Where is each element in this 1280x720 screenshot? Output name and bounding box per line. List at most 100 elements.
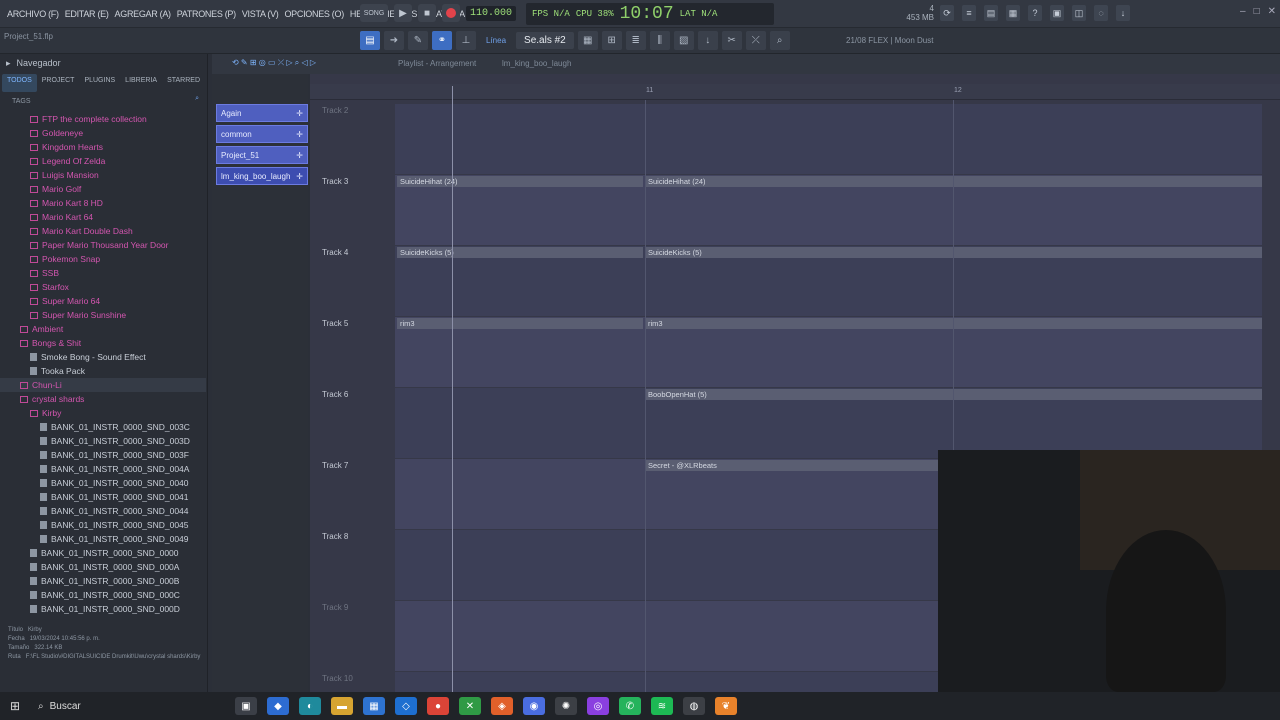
tree-file[interactable]: BANK_01_INSTR_0000_SND_0000 [0, 546, 206, 560]
stop-button[interactable]: ■ [418, 4, 436, 22]
tree-file[interactable]: BANK_01_INSTR_0000_SND_000E [0, 616, 206, 618]
close-icon[interactable]: ✕ [1268, 6, 1276, 17]
timeline-ruler[interactable]: 11 12 [310, 84, 1280, 100]
browser-tab[interactable]: PLUGINS [79, 74, 120, 92]
copilot-icon[interactable]: ◆ [267, 697, 289, 715]
tree-folder[interactable]: Starfox [0, 280, 206, 294]
channel-rack-icon[interactable]: ▦ [577, 31, 598, 50]
pattern-item[interactable]: common ✛ [216, 125, 308, 143]
browser-icon[interactable]: ◉ [523, 697, 545, 715]
menu-item[interactable]: EDITAR (E) [62, 9, 112, 19]
file-explorer-icon[interactable]: ▬ [331, 697, 353, 715]
brave-icon[interactable]: ◈ [491, 697, 513, 715]
snap-select[interactable]: Línea [480, 36, 512, 45]
tree-file[interactable]: BANK_01_INSTR_0000_SND_000D [0, 602, 206, 616]
mute-icon[interactable]: ⤫ [745, 31, 766, 50]
pattern-selector[interactable]: Se.als #2 [516, 32, 574, 49]
tree-file[interactable]: BANK_01_INSTR_0000_SND_0041 [0, 490, 206, 504]
track-name[interactable]: Track 5 [322, 319, 394, 328]
pattern-item[interactable]: Project_51 ✛ [216, 146, 308, 164]
app-icon[interactable]: ◎ [587, 697, 609, 715]
download-icon[interactable]: ↓ [1116, 5, 1130, 21]
track-name[interactable]: Track 9 [322, 603, 394, 612]
tree-file[interactable]: BANK_01_INSTR_0000_SND_000C [0, 588, 206, 602]
menu-item[interactable]: OPCIONES (O) [281, 9, 346, 19]
task-view-icon[interactable]: ▣ [235, 697, 257, 715]
cut-icon[interactable]: ✂ [721, 31, 742, 50]
tree-folder[interactable]: Bongs & Shit [0, 336, 206, 350]
plugin-icon[interactable]: ◫ [1072, 5, 1086, 21]
tree-folder[interactable]: Super Mario 64 [0, 294, 206, 308]
chat-icon[interactable]: ◌ [1094, 5, 1108, 21]
tree-file[interactable]: BANK_01_INSTR_0000_SND_000A [0, 560, 206, 574]
pattern-item[interactable]: Again ✛ [216, 104, 308, 122]
move-icon[interactable]: ✛ [296, 172, 303, 181]
channel-rack-icon[interactable]: ▤ [984, 5, 998, 21]
tree-folder[interactable]: Kirby [0, 406, 206, 420]
taskbar-search[interactable]: ⌕ Buscar [30, 701, 230, 712]
tree-folder[interactable]: Goldeneye [0, 126, 206, 140]
help-icon[interactable]: ? [1028, 5, 1042, 21]
move-icon[interactable]: ✛ [296, 109, 303, 118]
whatsapp-icon[interactable]: ✆ [619, 697, 641, 715]
move-icon[interactable]: ✛ [296, 151, 303, 160]
browser-tab[interactable]: PROJECT [37, 74, 80, 92]
tree-folder[interactable]: Mario Golf [0, 182, 206, 196]
tree-folder[interactable]: Paper Mario Thousand Year Door [0, 238, 206, 252]
plugin-icon[interactable]: ⫼ [649, 31, 670, 50]
excel-icon[interactable]: ✕ [459, 697, 481, 715]
tree-folder[interactable]: crystal shards [0, 392, 206, 406]
track-name[interactable]: Track 3 [322, 177, 394, 186]
tree-folder[interactable]: Luigis Mansion [0, 168, 206, 182]
tree-folder[interactable]: Legend Of Zelda [0, 154, 206, 168]
chatgpt-icon[interactable]: ✺ [555, 697, 577, 715]
track-lane[interactable] [395, 104, 1262, 174]
chrome-icon[interactable]: ● [427, 697, 449, 715]
tempo-display[interactable]: 110.000 [466, 5, 517, 21]
folder-icon[interactable]: ▧ [673, 31, 694, 50]
refresh-icon[interactable]: ⟳ [940, 5, 954, 21]
menu-item[interactable]: ARCHIVO (F) [4, 9, 62, 19]
obs-icon[interactable]: ◍ [683, 697, 705, 715]
tree-folder[interactable]: Kingdom Hearts [0, 140, 206, 154]
piano-roll-icon[interactable]: ≣ [625, 31, 646, 50]
zoom-icon[interactable]: ⌕ [769, 31, 790, 50]
pattern-item[interactable]: lm_king_boo_laugh ✛ [216, 167, 308, 185]
arrow-right-icon[interactable]: ➜ [384, 31, 404, 50]
tree-file[interactable]: BANK_01_INSTR_0000_SND_000B [0, 574, 206, 588]
tree-file[interactable]: BANK_01_INSTR_0000_SND_0049 [0, 532, 206, 546]
fl-studio-icon[interactable]: ❦ [715, 697, 737, 715]
browser-tab[interactable]: LIBRERIA [120, 74, 162, 92]
track-name[interactable]: Track 4 [322, 248, 394, 257]
browser-icon[interactable]: ▣ [1050, 5, 1064, 21]
tree-file[interactable]: BANK_01_INSTR_0000_SND_0044 [0, 504, 206, 518]
search-icon[interactable]: ⌕ [195, 95, 199, 103]
playlist-view-icon[interactable]: ▤ [360, 31, 380, 50]
tree-folder[interactable]: SSB [0, 266, 206, 280]
record-button[interactable] [442, 4, 460, 22]
tree-folder[interactable]: Mario Kart 64 [0, 210, 206, 224]
tree-file[interactable]: BANK_01_INSTR_0000_SND_004A [0, 462, 206, 476]
pencil-icon[interactable]: ✎ [408, 31, 428, 50]
tree-file[interactable]: BANK_01_INSTR_0000_SND_0040 [0, 476, 206, 490]
minimize-icon[interactable]: – [1240, 6, 1246, 17]
menu-item[interactable]: PATRONES (P) [174, 9, 239, 19]
tree-folder[interactable]: Super Mario Sunshine [0, 308, 206, 322]
piano-roll-icon[interactable]: ▦ [1006, 5, 1020, 21]
menu-item[interactable]: VISTA (V) [239, 9, 282, 19]
browser-tab[interactable]: STARRED [162, 74, 205, 92]
store-icon[interactable]: ▦ [363, 697, 385, 715]
browser-menu-icon[interactable]: ▸ [6, 58, 11, 69]
tree-folder[interactable]: Chun-Li [0, 378, 206, 392]
tree-file[interactable]: Tooka Pack [0, 364, 206, 378]
tree-folder[interactable]: Ambient [0, 322, 206, 336]
edge-icon[interactable]: ◐ [299, 697, 321, 715]
tree-folder[interactable]: Pokemon Snap [0, 252, 206, 266]
maximize-icon[interactable]: □ [1254, 6, 1260, 17]
stamp-icon[interactable]: ⊥ [456, 31, 476, 50]
tree-folder[interactable]: FTP the complete collection [0, 112, 206, 126]
vscode-icon[interactable]: ◇ [395, 697, 417, 715]
playhead[interactable] [452, 86, 453, 692]
tree-folder[interactable]: Mario Kart Double Dash [0, 224, 206, 238]
tree-file[interactable]: Smoke Bong - Sound Effect [0, 350, 206, 364]
